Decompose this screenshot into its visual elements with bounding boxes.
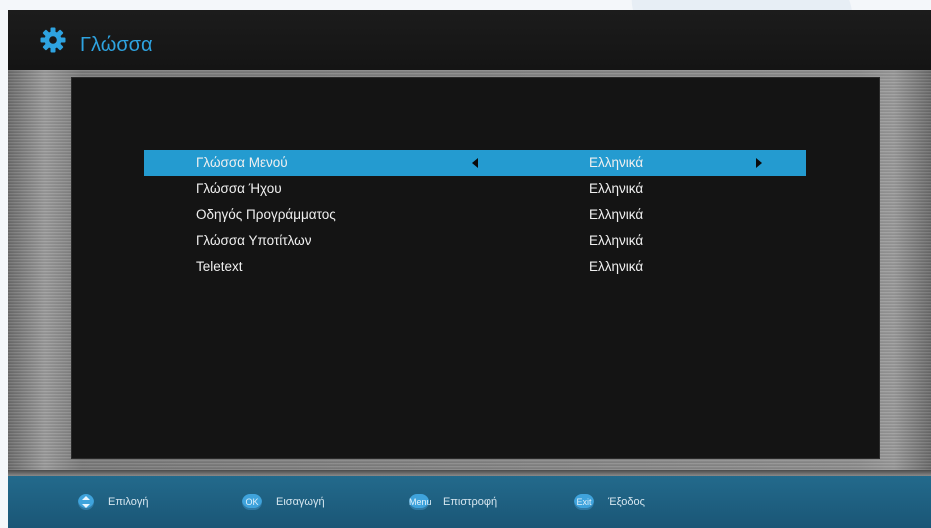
settings-panel: Γλώσσα Μενού Ελληνικά Γλώσσα Ήχου Ελληνι…: [71, 77, 880, 459]
setting-value: Ελληνικά: [589, 259, 644, 274]
setting-label: Γλώσσα Υποτίτλων: [196, 233, 312, 248]
hint-label: Επιλογή: [108, 496, 149, 508]
tv-screen: Γλώσσα Γλώσσα Μενού Ελληνικά Γλώσσα Ήχου…: [8, 10, 931, 528]
setting-value: Ελληνικά: [589, 181, 644, 196]
hint-exit[interactable]: Exit Έξοδος: [574, 494, 645, 510]
gear-icon: [40, 27, 66, 53]
setting-value: Ελληνικά: [589, 233, 644, 248]
setting-label: Teletext: [196, 259, 243, 274]
settings-list: Γλώσσα Μενού Ελληνικά Γλώσσα Ήχου Ελληνι…: [144, 150, 806, 280]
hint-enter[interactable]: OK Εισαγωγή: [242, 494, 325, 510]
setting-label: Οδηγός Προγράμματος: [196, 207, 336, 222]
setting-row-audio-language[interactable]: Γλώσσα Ήχου Ελληνικά: [144, 176, 806, 202]
hint-label: Έξοδος: [608, 496, 645, 508]
setting-row-teletext[interactable]: Teletext Ελληνικά: [144, 254, 806, 280]
page-title: Γλώσσα: [80, 34, 153, 56]
ok-button-icon: OK: [242, 494, 262, 510]
setting-row-subtitle-language[interactable]: Γλώσσα Υποτίτλων Ελληνικά: [144, 228, 806, 254]
setting-row-program-guide[interactable]: Οδηγός Προγράμματος Ελληνικά: [144, 202, 806, 228]
menu-button-icon: Menu: [409, 494, 432, 510]
arrow-left-icon[interactable]: [472, 158, 478, 168]
setting-label: Γλώσσα Μενού: [196, 155, 288, 170]
setting-row-menu-language[interactable]: Γλώσσα Μενού Ελληνικά: [144, 150, 806, 176]
exit-button-icon: Exit: [574, 494, 594, 510]
hint-label: Επιστροφή: [443, 496, 498, 508]
hint-back[interactable]: Menu Επιστροφή: [409, 494, 497, 510]
arrow-right-icon[interactable]: [756, 158, 762, 168]
hint-label: Εισαγωγή: [276, 496, 325, 508]
hint-select[interactable]: Επιλογή: [78, 494, 148, 510]
up-down-icon: [78, 494, 94, 510]
setting-value: Ελληνικά: [589, 207, 644, 222]
setting-label: Γλώσσα Ήχου: [196, 181, 282, 196]
setting-value: Ελληνικά: [589, 155, 644, 170]
footer-hint-bar: Επιλογή OK Εισαγωγή Menu Επιστροφή Exit …: [8, 476, 931, 528]
header: Γλώσσα: [8, 10, 931, 70]
